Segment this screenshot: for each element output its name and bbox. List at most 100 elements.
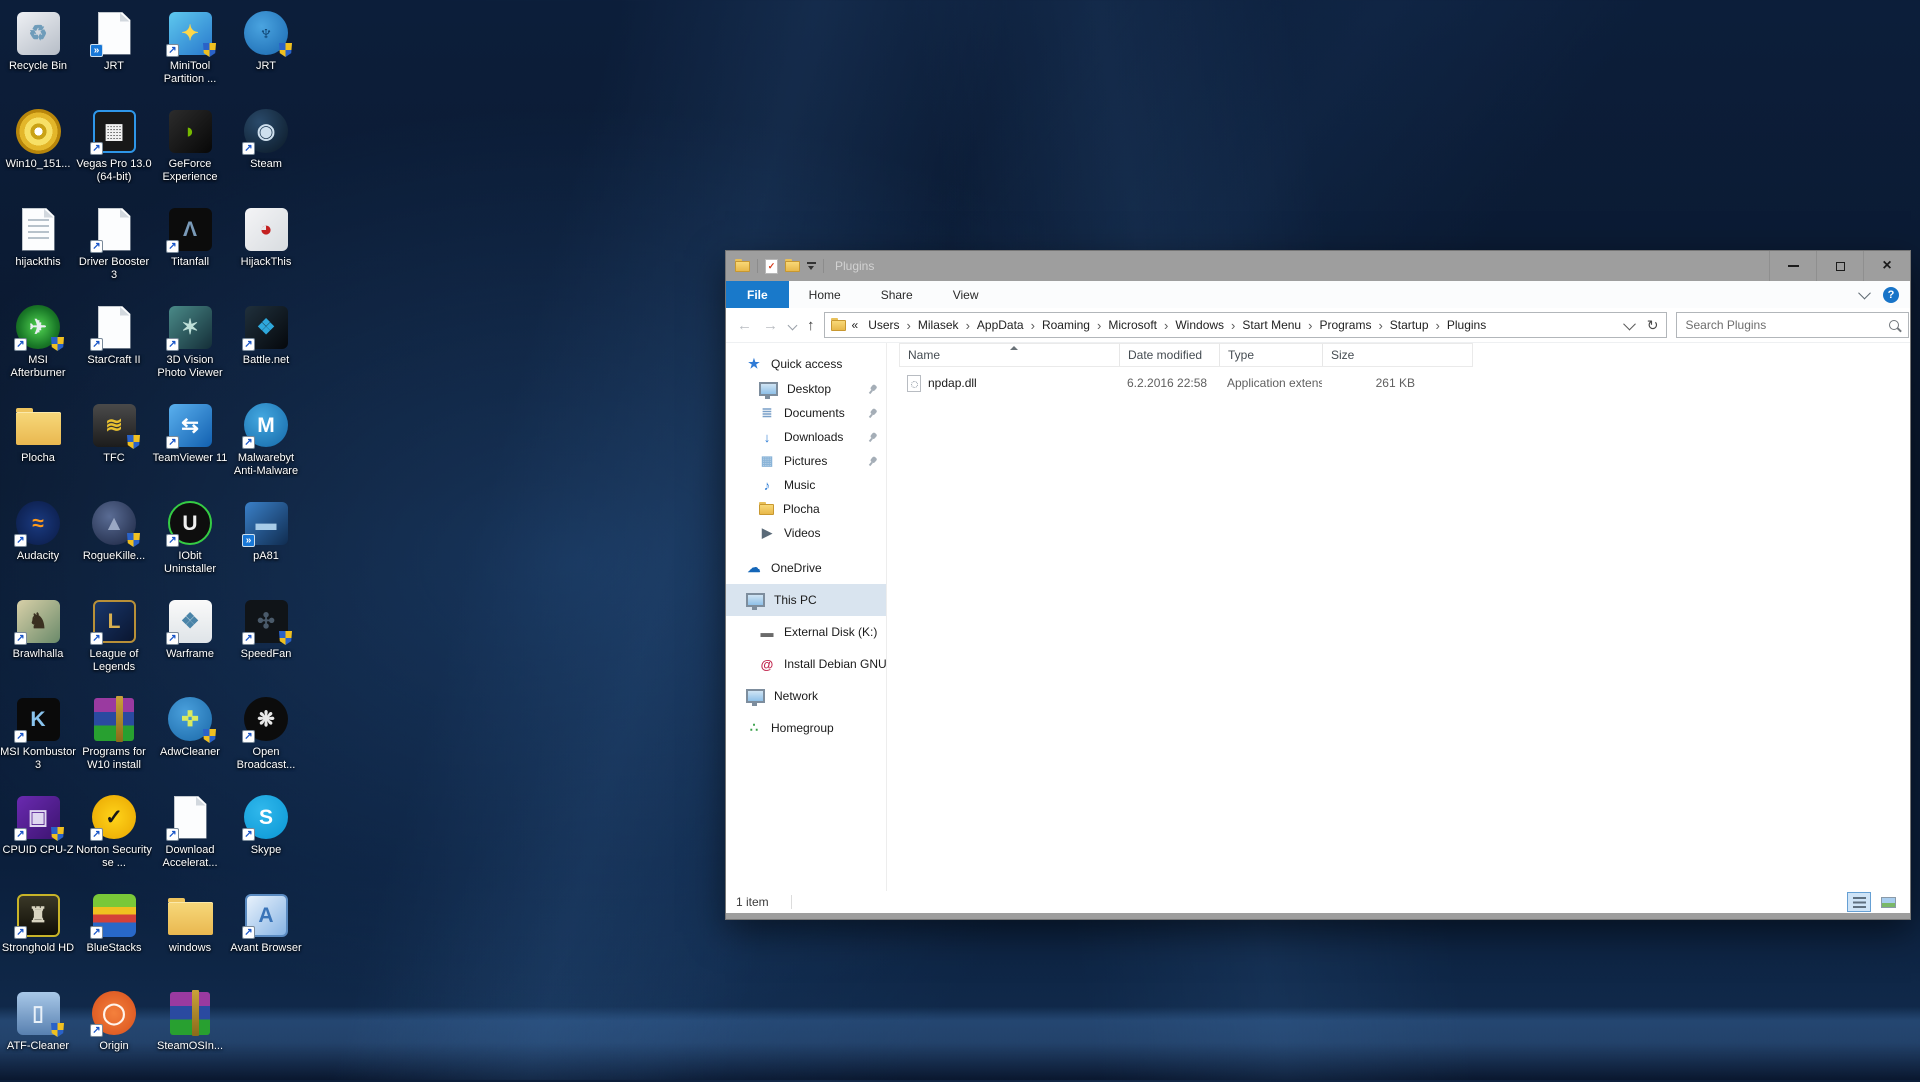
league-of-legends[interactable]: L ↗ League of Legends: [76, 592, 152, 690]
jrt-doc[interactable]: » JRT: [76, 4, 152, 102]
sidebar-item-music[interactable]: ♪ Music: [726, 473, 886, 497]
hijackthis-doc[interactable]: hijackthis: [0, 200, 76, 298]
column-header-type[interactable]: Type: [1220, 344, 1323, 366]
tfc[interactable]: ≋ TFC: [76, 396, 152, 494]
hijackthis-app[interactable]: ◕ HijackThis: [228, 200, 304, 298]
breadcrumb-item-windows[interactable]: Windows: [1173, 318, 1226, 332]
jrt[interactable]: ♆ JRT: [228, 4, 304, 102]
breadcrumb-item-start-menu[interactable]: Start Menu: [1240, 318, 1303, 332]
collapse-ribbon-icon[interactable]: [1858, 286, 1871, 300]
address-dropdown-icon[interactable]: [1622, 317, 1636, 330]
iobit-uninstaller[interactable]: U ↗ IObit Uninstaller: [152, 494, 228, 592]
sidebar-item-install-debian-gnu-l[interactable]: @ Install Debian GNU/L: [726, 648, 886, 680]
close-button[interactable]: ×: [1863, 251, 1910, 281]
sidebar-item-this-pc[interactable]: This PC: [726, 584, 886, 616]
folder-icon[interactable]: [735, 258, 750, 272]
column-header-date-modified[interactable]: Date modified: [1120, 344, 1220, 366]
breadcrumb-item-plugins[interactable]: Plugins: [1445, 318, 1488, 332]
atf-cleaner[interactable]: ▯ ATF-Cleaner: [0, 984, 76, 1082]
breadcrumb-separator-icon[interactable]: ›: [1431, 318, 1445, 333]
customize-toolbar-icon[interactable]: [807, 262, 816, 270]
warframe[interactable]: ❖ ↗ Warframe: [152, 592, 228, 690]
sidebar-item-documents[interactable]: ≣ Documents: [726, 401, 886, 425]
brawlhalla[interactable]: ♞ ↗ Brawlhalla: [0, 592, 76, 690]
maximize-button[interactable]: [1816, 251, 1863, 281]
sidebar-item-videos[interactable]: ▶ Videos: [726, 521, 886, 545]
breadcrumb-separator-icon[interactable]: ›: [1303, 318, 1317, 333]
address-bar[interactable]: « Users › Milasek › AppData › Roaming › Microsof…: [823, 312, 1667, 338]
plocha-folder[interactable]: Plocha: [0, 396, 76, 494]
starcraft-2[interactable]: ↗ StarCraft II: [76, 298, 152, 396]
audacity[interactable]: ≈ ↗ Audacity: [0, 494, 76, 592]
breadcrumb-separator-icon[interactable]: ›: [1159, 318, 1173, 333]
geforce-experience[interactable]: ◗ GeForce Experience: [152, 102, 228, 200]
file-row[interactable]: npdap.dll 6.2.2016 22:58 Application exten…: [899, 370, 1473, 396]
windows-folder[interactable]: windows: [152, 886, 228, 984]
minitool-partition[interactable]: ✦ ↗ MiniTool Partition ...: [152, 4, 228, 102]
adwcleaner[interactable]: ✜ AdwCleaner: [152, 690, 228, 788]
msi-kombustor[interactable]: K ↗ MSI Kombustor 3: [0, 690, 76, 788]
breadcrumb-item-startup[interactable]: Startup: [1388, 318, 1431, 332]
minimize-button[interactable]: [1769, 251, 1816, 281]
help-icon[interactable]: ?: [1883, 286, 1899, 303]
recent-locations-icon[interactable]: [787, 320, 798, 330]
steamos-installer[interactable]: SteamOSIn...: [152, 984, 228, 1082]
sidebar-item-pictures[interactable]: ▦ Pictures: [726, 449, 886, 473]
forward-icon[interactable]: →: [763, 318, 778, 333]
properties-icon[interactable]: ✓: [765, 258, 778, 274]
sidebar-item-downloads[interactable]: ↓ Downloads: [726, 425, 886, 449]
tab-home[interactable]: Home: [789, 281, 861, 308]
sidebar-item-homegroup[interactable]: ∴ Homegroup: [726, 712, 886, 744]
breadcrumb-separator-icon[interactable]: ›: [1092, 318, 1106, 333]
tab-share[interactable]: Share: [861, 281, 933, 308]
breadcrumb-item-users[interactable]: Users: [866, 318, 901, 332]
battle-net[interactable]: ❖ ↗ Battle.net: [228, 298, 304, 396]
roguekiller[interactable]: ▲ RogueKille...: [76, 494, 152, 592]
driver-booster[interactable]: ↗ Driver Booster 3: [76, 200, 152, 298]
titanfall[interactable]: Λ ↗ Titanfall: [152, 200, 228, 298]
search-input[interactable]: Search Plugins: [1675, 312, 1909, 338]
tab-view[interactable]: View: [933, 281, 999, 308]
norton-security[interactable]: ✓ ↗ Norton Security se ...: [76, 788, 152, 886]
sidebar-item-external-disk-k-[interactable]: ▬ External Disk (K:): [726, 616, 886, 648]
breadcrumb-separator-icon[interactable]: ›: [1373, 318, 1387, 333]
thumbnails-view-button[interactable]: [1876, 892, 1900, 912]
msi-afterburner[interactable]: ✈ ↗ MSI Afterburner: [0, 298, 76, 396]
stronghold-hd[interactable]: ♜ ↗ Stronghold HD: [0, 886, 76, 984]
teamviewer-11[interactable]: ⇆ ↗ TeamViewer 11: [152, 396, 228, 494]
sidebar-item-plocha[interactable]: Plocha: [726, 497, 886, 521]
column-header-size[interactable]: Size: [1323, 344, 1472, 366]
sidebar-item-desktop[interactable]: Desktop: [726, 377, 886, 401]
new-folder-icon[interactable]: [785, 258, 800, 272]
download-accelerator[interactable]: ↗ Download Accelerat...: [152, 788, 228, 886]
sidebar-item-quick-access[interactable]: ★ Quick access: [726, 351, 886, 377]
steam[interactable]: ◉ ↗ Steam: [228, 102, 304, 200]
breadcrumb-separator-icon[interactable]: ›: [1026, 318, 1040, 333]
skype[interactable]: S ↗ Skype: [228, 788, 304, 886]
open-broadcaster[interactable]: ❋ ↗ Open Broadcast...: [228, 690, 304, 788]
malwarebytes[interactable]: M ↗ Malwarebyt Anti-Malware: [228, 396, 304, 494]
refresh-icon[interactable]: ↻: [1647, 318, 1659, 332]
bluestacks[interactable]: ↗ BlueStacks: [76, 886, 152, 984]
programs-for-w10[interactable]: Programs for W10 install: [76, 690, 152, 788]
win10-iso[interactable]: Win10_151...: [0, 102, 76, 200]
back-icon[interactable]: ←: [737, 318, 752, 333]
breadcrumb-item-microsoft[interactable]: Microsoft: [1106, 318, 1159, 332]
origin[interactable]: ◯ ↗ Origin: [76, 984, 152, 1082]
details-view-button[interactable]: [1847, 892, 1871, 912]
breadcrumb-item-roaming[interactable]: Roaming: [1040, 318, 1092, 332]
breadcrumb-separator-icon[interactable]: ›: [902, 318, 916, 333]
breadcrumb-item-appdata[interactable]: AppData: [975, 318, 1026, 332]
cpuid-cpu-z[interactable]: ▣ ↗ CPUID CPU-Z: [0, 788, 76, 886]
vegas-pro[interactable]: ▦ ↗ Vegas Pro 13.0 (64-bit): [76, 102, 152, 200]
breadcrumb-separator-icon[interactable]: ›: [1226, 318, 1240, 333]
breadcrumb-item-programs[interactable]: Programs: [1317, 318, 1373, 332]
tab-file[interactable]: File: [726, 281, 789, 308]
avant-browser[interactable]: A ↗ Avant Browser: [228, 886, 304, 984]
up-icon[interactable]: ↑: [807, 318, 815, 333]
pa81[interactable]: ▬» pA81: [228, 494, 304, 592]
breadcrumb-separator-icon[interactable]: ›: [961, 318, 975, 333]
speedfan[interactable]: ✣ ↗ SpeedFan: [228, 592, 304, 690]
breadcrumb-item-milasek[interactable]: Milasek: [916, 318, 961, 332]
3d-vision-photo-viewer[interactable]: ✶ ↗ 3D Vision Photo Viewer: [152, 298, 228, 396]
